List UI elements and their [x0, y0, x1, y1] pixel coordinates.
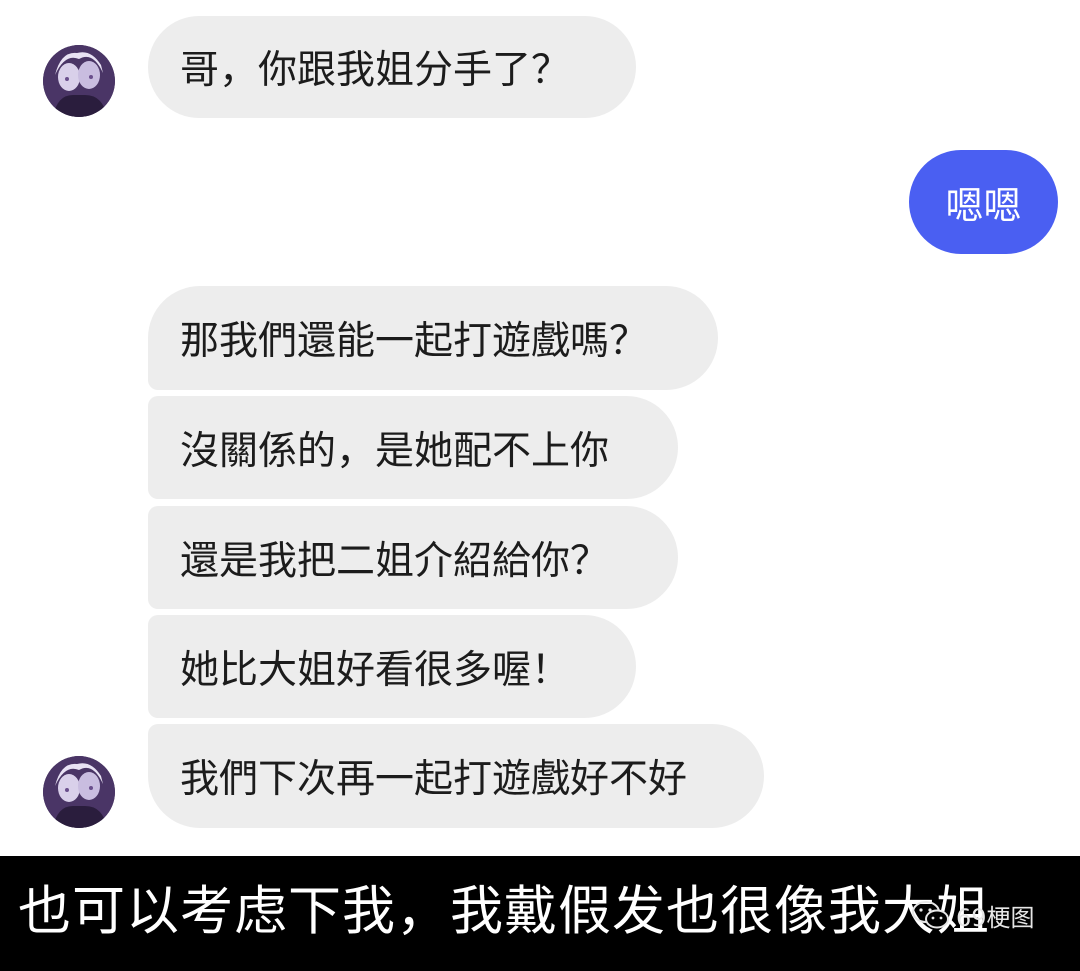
wechat-icon: [912, 901, 949, 929]
message-text: 我們下次再一起打遊戲好不好: [180, 757, 688, 802]
watermark-text: 69梗图: [956, 903, 1035, 932]
message-bubble[interactable]: 沒關係的，是她配不上你: [148, 396, 678, 499]
message-bubble-outgoing[interactable]: 嗯嗯: [909, 150, 1058, 254]
message-bubble[interactable]: 那我們還能一起打遊戲嗎？: [148, 286, 718, 390]
message-text: 那我們還能一起打遊戲嗎？: [180, 319, 649, 364]
contact-avatar[interactable]: [43, 756, 115, 828]
message-text: 嗯嗯: [945, 183, 1022, 228]
message-text: 還是我把二姐介紹給你？: [180, 538, 610, 584]
message-text: 哥，你跟我姐分手了？: [180, 48, 571, 93]
message-bubble[interactable]: 她比大姐好看很多喔！: [148, 615, 636, 718]
caption-text: 也可以考虑下我，我戴假发也很像我大姐: [18, 881, 990, 942]
message-bubble[interactable]: 我們下次再一起打遊戲好不好: [148, 724, 764, 828]
watermark: 69梗图: [912, 890, 1035, 940]
chat-window: 哥，你跟我姐分手了？ 嗯嗯 那我們還能一起打遊戲嗎？ 沒關係的，是她配不上你 還…: [0, 0, 1080, 856]
message-text: 她比大姐好看很多喔！: [180, 647, 571, 693]
message-bubble[interactable]: 還是我把二姐介紹給你？: [148, 506, 678, 609]
message-text: 沒關係的，是她配不上你: [180, 428, 610, 474]
message-bubble[interactable]: 哥，你跟我姐分手了？: [148, 16, 636, 118]
contact-avatar[interactable]: [43, 45, 115, 117]
